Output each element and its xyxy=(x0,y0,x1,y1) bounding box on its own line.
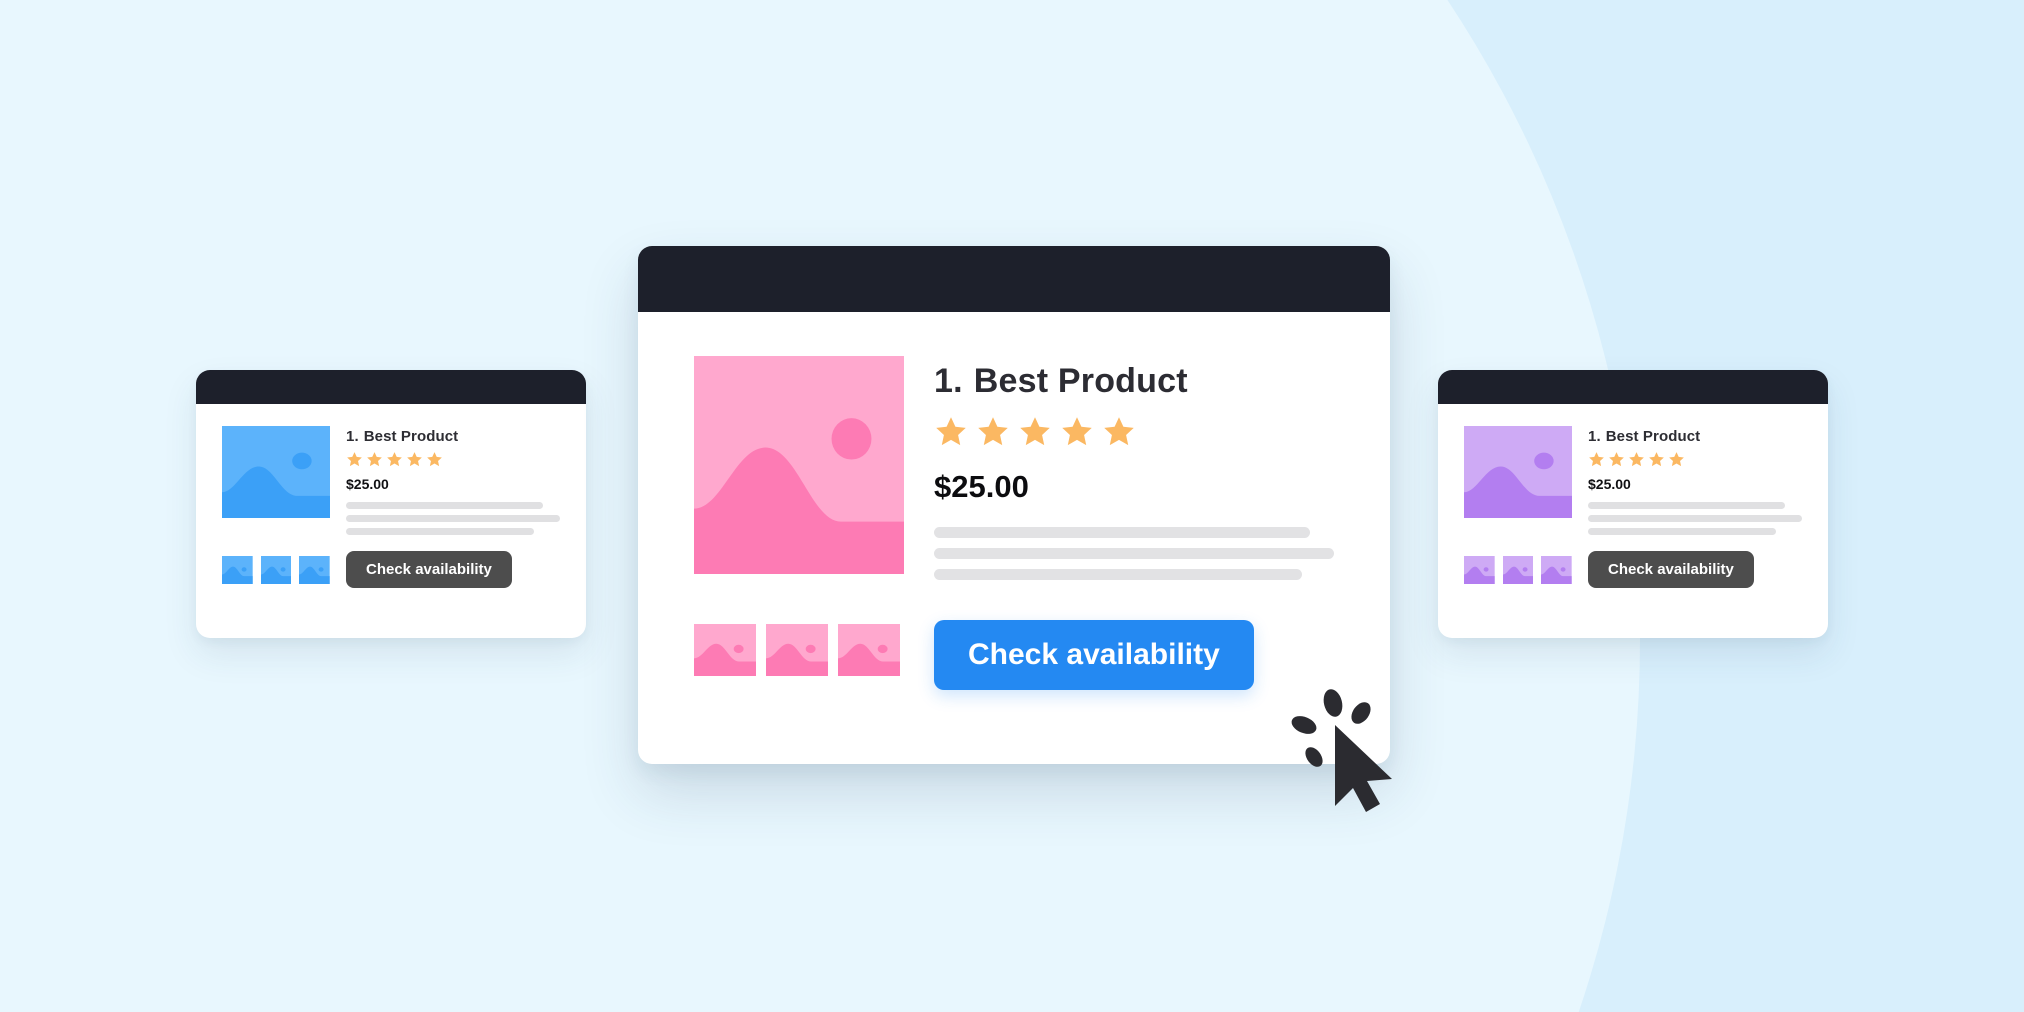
star-icon xyxy=(1062,417,1092,446)
star-icon xyxy=(387,452,402,467)
star-icon xyxy=(367,452,382,467)
left-rating-stars xyxy=(346,451,560,468)
left-thumbnail-strip xyxy=(222,555,331,584)
star-icon xyxy=(978,417,1008,446)
right-product-price: $25.00 xyxy=(1588,476,1631,492)
main-product-hero-image[interactable] xyxy=(694,356,904,574)
right-rating-stars xyxy=(1588,451,1802,468)
main-rating-stars xyxy=(934,415,1334,449)
star-icon xyxy=(347,452,362,467)
right-thumbnail-strip xyxy=(1464,555,1573,584)
star-icon xyxy=(1104,417,1134,446)
main-thumbnail-strip xyxy=(694,620,904,676)
main-card-browser-topbar xyxy=(638,246,1390,312)
thumbnail-item[interactable] xyxy=(260,555,292,584)
main-description-placeholder xyxy=(934,527,1334,580)
star-icon xyxy=(936,417,966,446)
thumbnail-item[interactable] xyxy=(1464,555,1495,584)
thumbnail-item[interactable] xyxy=(222,555,253,584)
star-icon xyxy=(1609,452,1624,467)
main-product-rank: 1. xyxy=(934,362,963,400)
main-product-price: $25.00 xyxy=(934,469,1029,504)
star-icon xyxy=(1669,452,1684,467)
star-icon xyxy=(1020,417,1050,446)
thumbnail-item[interactable] xyxy=(766,624,828,676)
right-product-name: Best Product xyxy=(1605,428,1701,445)
right-product-hero-image[interactable] xyxy=(1464,426,1572,518)
right-check-availability-button[interactable]: Check availability xyxy=(1588,551,1754,588)
main-product-title: 1. Best Product xyxy=(934,362,1334,401)
thumbnail-item[interactable] xyxy=(694,624,756,676)
left-product-title: 1. Best Product xyxy=(346,428,560,445)
right-product-card[interactable]: 1. Best Product $25.00 Check availabilit… xyxy=(1438,370,1828,638)
main-product-name: Best Product xyxy=(973,362,1188,400)
left-product-price: $25.00 xyxy=(346,476,389,492)
left-description-placeholder xyxy=(346,502,560,535)
right-product-rank: 1. xyxy=(1588,428,1601,445)
star-icon xyxy=(1589,452,1604,467)
thumbnail-item[interactable] xyxy=(838,624,900,676)
main-check-availability-button[interactable]: Check availability xyxy=(934,620,1254,690)
star-icon xyxy=(1649,452,1664,467)
illustration-stage: 1. Best Product $25.00 Check availabilit… xyxy=(0,0,2024,1012)
star-icon xyxy=(407,452,422,467)
left-card-browser-topbar xyxy=(196,370,586,404)
thumbnail-item[interactable] xyxy=(1541,555,1573,584)
right-product-title: 1. Best Product xyxy=(1588,428,1802,445)
left-product-hero-image[interactable] xyxy=(222,426,330,518)
right-description-placeholder xyxy=(1588,502,1802,535)
right-card-browser-topbar xyxy=(1438,370,1828,404)
star-icon xyxy=(1629,452,1644,467)
star-icon xyxy=(427,452,442,467)
thumbnail-item[interactable] xyxy=(299,555,331,584)
left-product-name: Best Product xyxy=(363,428,459,445)
left-product-card[interactable]: 1. Best Product $25.00 Check availabilit… xyxy=(196,370,586,638)
main-product-card[interactable]: 1. Best Product $25.00 Check availabilit… xyxy=(638,246,1390,764)
left-check-availability-button[interactable]: Check availability xyxy=(346,551,512,588)
thumbnail-item[interactable] xyxy=(1502,555,1534,584)
left-product-rank: 1. xyxy=(346,428,359,445)
